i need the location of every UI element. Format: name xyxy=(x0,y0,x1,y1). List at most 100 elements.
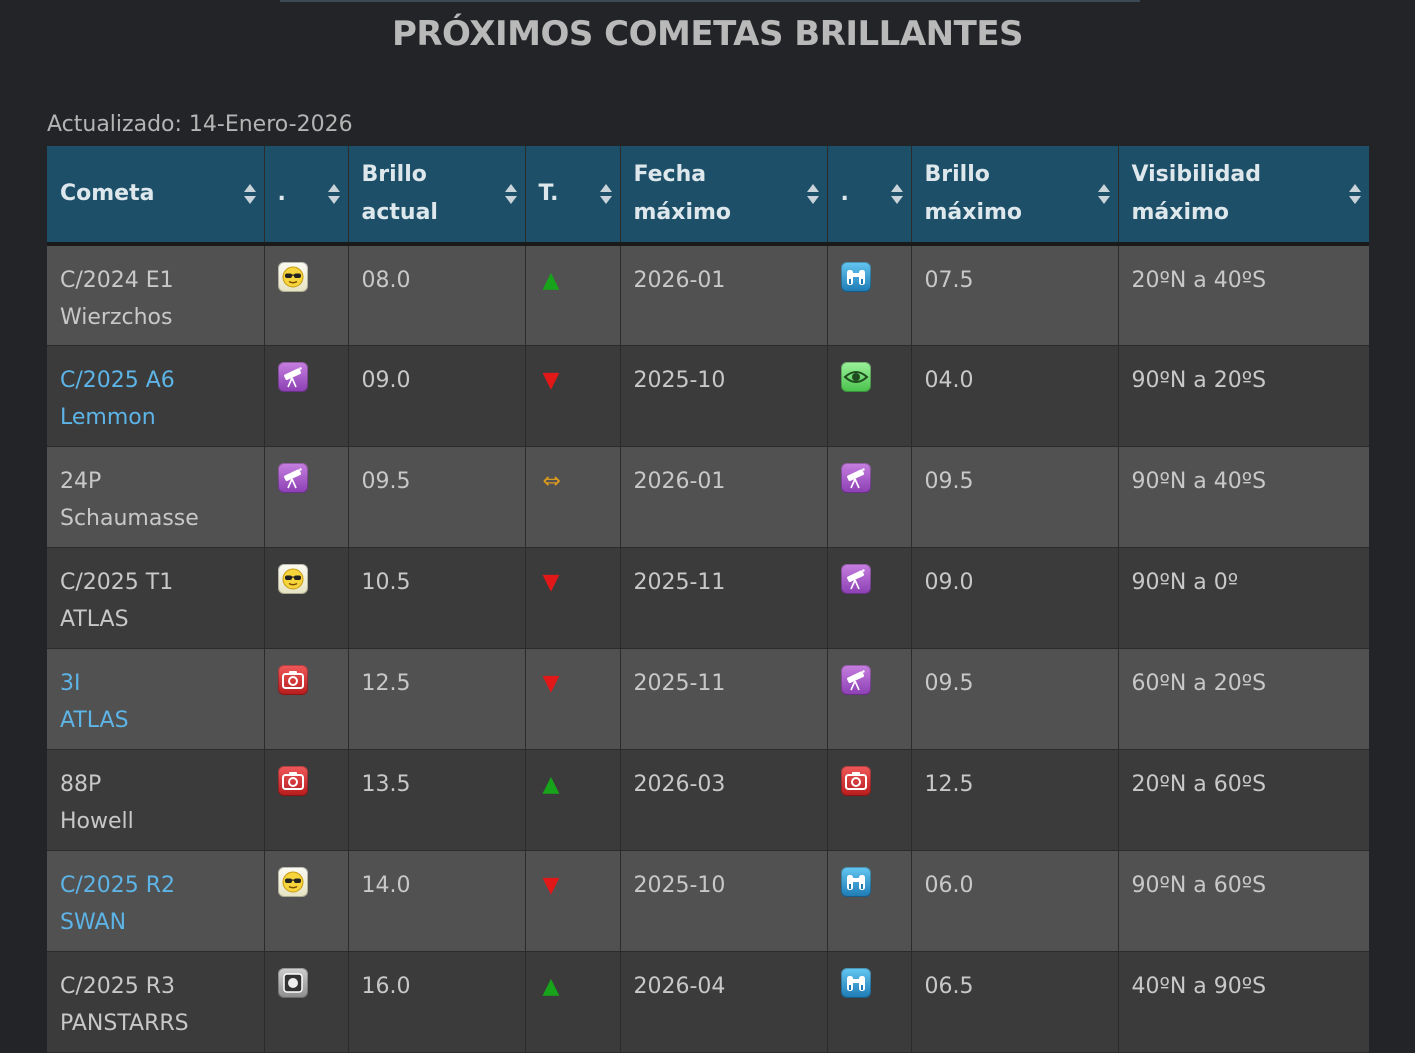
telescope-icon xyxy=(277,462,308,493)
fecha-maximo-cell: 2025-11 xyxy=(620,648,828,750)
trend-up-icon: ▲ xyxy=(542,268,560,293)
comet-name-cell[interactable]: 3I ATLAS xyxy=(47,648,265,750)
comet-name-link[interactable]: ATLAS xyxy=(60,708,129,733)
header-icon[interactable]: . xyxy=(264,146,349,246)
sort-arrows-icon[interactable] xyxy=(243,184,256,204)
fecha-maximo-cell: 2025-10 xyxy=(620,850,828,952)
brillo-actual-cell: 10.5 xyxy=(348,547,526,649)
camera-icon xyxy=(277,664,308,695)
visibilidad-maximo-cell: 90ºN a 60ºS xyxy=(1118,850,1369,952)
visibilidad-maximo-cell: 60ºN a 20ºS xyxy=(1118,648,1369,750)
header-label-line2: máximo xyxy=(633,200,732,225)
sort-arrows-icon[interactable] xyxy=(1097,184,1110,204)
header-fecha-maximo[interactable]: Fecha máximo xyxy=(620,146,828,246)
visibilidad-maximo-cell: 20ºN a 60ºS xyxy=(1118,749,1369,851)
comet-code-link[interactable]: C/2025 A6 xyxy=(60,368,175,393)
brillo-maximo-cell: 07.5 xyxy=(911,244,1119,346)
header-icon-maximo[interactable]: . xyxy=(827,146,912,246)
brillo-maximo-cell: 04.0 xyxy=(911,345,1119,447)
header-label: Visibilidad xyxy=(1131,162,1262,187)
header-brillo-maximo[interactable]: Brillo máximo xyxy=(911,146,1119,246)
header-label: Fecha xyxy=(633,162,707,187)
brillo-actual-cell: 12.5 xyxy=(348,648,526,750)
comet-name-cell: 88P Howell xyxy=(47,749,265,851)
fecha-maximo-cell: 2026-01 xyxy=(620,244,828,346)
header-tendencia[interactable]: T. xyxy=(525,146,621,246)
table-row: C/2025 T1 ATLAS 10.5 ▼ 2025-11 09.0 90ºN a 0º xyxy=(47,547,1369,649)
telescope-icon xyxy=(277,361,308,392)
binoculars-icon xyxy=(840,866,871,897)
trend-down-icon: ▼ xyxy=(542,569,560,595)
observation-icon-cell xyxy=(264,951,349,1053)
trend-cell: ▼ xyxy=(525,547,621,649)
visibilidad-maximo-cell: 90ºN a 40ºS xyxy=(1118,446,1369,548)
brillo-maximo-cell: 09.5 xyxy=(911,648,1119,750)
brillo-actual-cell: 08.0 xyxy=(348,244,526,346)
camera-icon xyxy=(840,765,871,796)
comet-name-cell[interactable]: C/2025 R2 SWAN xyxy=(47,850,265,952)
trend-cell: ▲ xyxy=(525,244,621,346)
naked-eye-icon xyxy=(840,361,871,392)
telescope-icon xyxy=(840,462,871,493)
sort-arrows-icon[interactable] xyxy=(599,184,612,204)
brillo-actual-cell: 09.5 xyxy=(348,446,526,548)
brillo-maximo-cell: 06.0 xyxy=(911,850,1119,952)
table-row: 88P Howell 13.5 ▲ 2026-03 12.5 20ºN a 60ºS xyxy=(47,749,1369,851)
table-row: 24P Schaumasse 09.5 ⇔ 2026-01 09.5 90ºN a 40ºS xyxy=(47,446,1369,548)
sort-arrows-icon[interactable] xyxy=(890,184,903,204)
top-divider xyxy=(280,0,1140,2)
sort-arrows-icon[interactable] xyxy=(327,184,340,204)
brillo-maximo-cell: 12.5 xyxy=(911,749,1119,851)
brillo-actual-cell: 13.5 xyxy=(348,749,526,851)
table-row: C/2025 R3 PANSTARRS 16.0 ▲ 2026-04 06.5 40ºN a… xyxy=(47,951,1369,1053)
trend-cell: ▼ xyxy=(525,345,621,447)
observation-icon-cell xyxy=(264,345,349,447)
visibilidad-maximo-cell: 20ºN a 40ºS xyxy=(1118,244,1369,346)
header-label-line2: máximo xyxy=(924,200,1023,225)
comet-code: 24P xyxy=(60,468,102,494)
visibilidad-maximo-cell: 40ºN a 90ºS xyxy=(1118,951,1369,1053)
trend-up-icon: ▲ xyxy=(542,973,560,999)
fecha-maximo-cell: 2025-11 xyxy=(620,547,828,649)
observation-icon-cell xyxy=(264,244,349,346)
binoculars-icon xyxy=(840,967,871,998)
header-label: Cometa xyxy=(60,181,155,206)
comet-name: Wierzchos xyxy=(60,305,173,330)
max-observation-icon-cell xyxy=(827,951,912,1053)
fecha-maximo-cell: 2026-04 xyxy=(620,951,828,1053)
header-visibilidad-maximo[interactable]: Visibilidad máximo xyxy=(1118,146,1369,246)
telescope-icon xyxy=(840,664,871,695)
header-label: Brillo xyxy=(924,162,990,187)
trend-up-icon: ▲ xyxy=(542,771,560,797)
sort-arrows-icon[interactable] xyxy=(504,184,517,204)
comet-name-link[interactable]: SWAN xyxy=(60,910,126,935)
comet-name: ATLAS xyxy=(60,606,129,632)
comet-name: Schaumasse xyxy=(60,505,199,531)
trend-cell: ▼ xyxy=(525,850,621,952)
comet-name-cell[interactable]: C/2025 A6 Lemmon xyxy=(47,345,265,447)
max-observation-icon-cell xyxy=(827,648,912,750)
sort-arrows-icon[interactable] xyxy=(1349,184,1361,204)
comet-name-cell: 24P Schaumasse xyxy=(47,446,265,548)
header-brillo-actual[interactable]: Brillo actual xyxy=(348,146,526,246)
comet-code: 88P xyxy=(60,771,102,797)
table-row: C/2025 R2 SWAN 14.0 ▼ 2025-10 06.0 90ºN a 60ºS xyxy=(47,850,1369,952)
comet-name-link[interactable]: Lemmon xyxy=(60,405,156,430)
trend-cell: ▲ xyxy=(525,749,621,851)
camera-icon xyxy=(277,765,308,796)
max-observation-icon-cell xyxy=(827,850,912,952)
comet-name: PANSTARRS xyxy=(60,1010,189,1036)
sort-arrows-icon[interactable] xyxy=(806,184,819,204)
comet-name-cell: C/2025 T1 ATLAS xyxy=(47,547,265,649)
comet-name-cell: C/2025 R3 PANSTARRS xyxy=(47,951,265,1053)
header-cometa[interactable]: Cometa xyxy=(47,146,265,246)
max-observation-icon-cell xyxy=(827,749,912,851)
brillo-actual-cell: 09.0 xyxy=(348,345,526,447)
trend-down-icon: ▼ xyxy=(542,367,560,393)
table-row: 3I ATLAS 12.5 ▼ 2025-11 09.5 60ºN a 20ºS xyxy=(47,648,1369,750)
observation-icon-cell xyxy=(264,446,349,548)
page-title: PRÓXIMOS COMETAS BRILLANTES xyxy=(391,14,1024,54)
comet-name: Howell xyxy=(60,808,134,834)
comet-code-link[interactable]: 3I xyxy=(60,671,81,696)
comet-code-link[interactable]: C/2025 R2 xyxy=(60,873,175,898)
